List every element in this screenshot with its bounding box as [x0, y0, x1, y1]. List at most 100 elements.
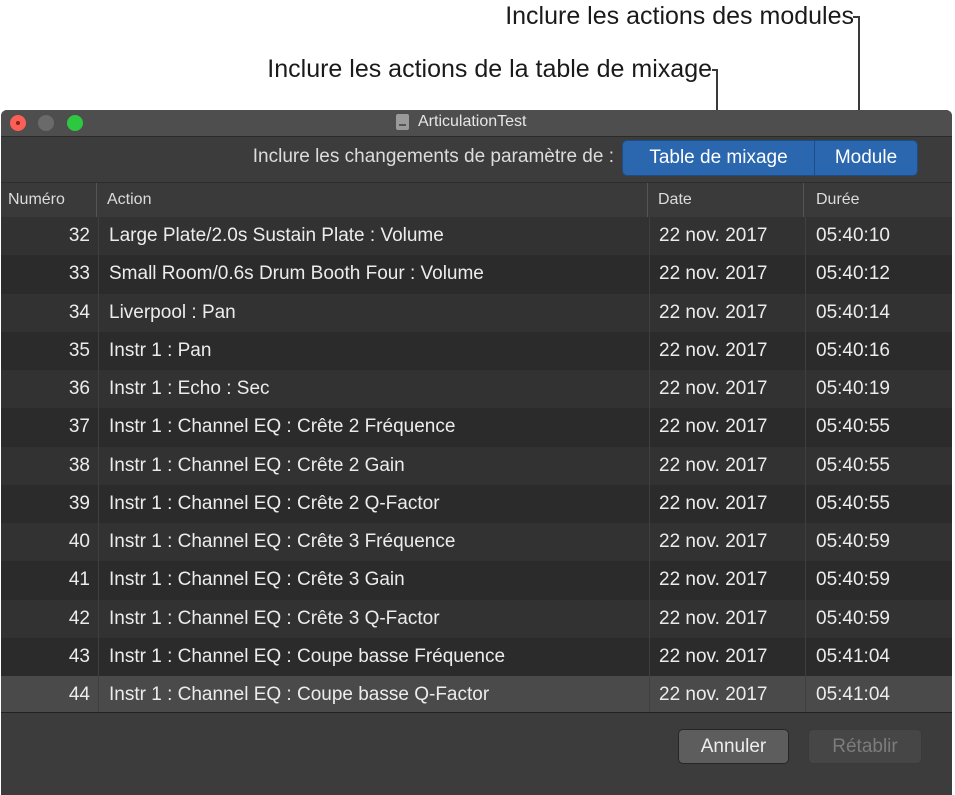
- row-action: Instr 1 : Channel EQ : Crête 2 Fréquence: [109, 416, 456, 438]
- callout-mixer-label: Inclure les actions de la table de mixag…: [267, 55, 712, 83]
- row-number: 42: [68, 607, 90, 629]
- footer-bar: Annuler Rétablir: [1, 712, 952, 795]
- row-date: 22 nov. 2017: [659, 263, 768, 285]
- column-separator: [805, 331, 806, 370]
- minimize-window-button[interactable]: [38, 115, 54, 131]
- row-date: 22 nov. 2017: [659, 416, 768, 438]
- table-row[interactable]: 37 Instr 1 : Channel EQ : Crête 2 Fréquen…: [1, 408, 952, 447]
- column-separator: [805, 523, 806, 562]
- redo-button[interactable]: Rétablir: [808, 729, 922, 764]
- row-duration: 05:40:10: [816, 225, 890, 247]
- row-action: Large Plate/2.0s Sustain Plate : Volume: [109, 225, 444, 247]
- row-duration: 05:40:12: [816, 263, 890, 285]
- row-date: 22 nov. 2017: [659, 645, 768, 667]
- row-date: 22 nov. 2017: [659, 569, 768, 591]
- table-row[interactable]: 33 Small Room/0.6s Drum Booth Four : Volu…: [1, 255, 952, 294]
- row-duration: 05:40:55: [816, 492, 890, 514]
- column-separator: [649, 637, 650, 676]
- zoom-window-button[interactable]: [67, 115, 83, 131]
- window-title-group: ArticulationTest: [396, 113, 527, 131]
- row-number: 32: [68, 225, 90, 247]
- table-row[interactable]: 41 Instr 1 : Channel EQ : Crête 3 Gain 22 …: [1, 561, 952, 600]
- table-row[interactable]: 38 Instr 1 : Channel EQ : Crête 2 Gain 22 …: [1, 446, 952, 485]
- column-separator: [98, 255, 99, 294]
- column-separator: [98, 446, 99, 485]
- row-action: Instr 1 : Channel EQ : Crête 3 Gain: [109, 569, 405, 591]
- column-header-date[interactable]: Date: [649, 183, 804, 217]
- column-separator: [649, 217, 650, 256]
- column-separator: [98, 370, 99, 409]
- row-date: 22 nov. 2017: [659, 607, 768, 629]
- column-separator: [98, 217, 99, 256]
- column-separator: [805, 446, 806, 485]
- row-action: Instr 1 : Pan: [109, 339, 212, 361]
- column-separator: [98, 408, 99, 447]
- row-action: Instr 1 : Channel EQ : Crête 3 Q-Factor: [109, 607, 440, 629]
- row-number: 36: [68, 378, 90, 400]
- row-duration: 05:40:59: [816, 569, 890, 591]
- row-action: Instr 1 : Channel EQ : Crête 3 Fréquence: [109, 531, 456, 553]
- column-separator: [649, 676, 650, 715]
- column-header-number[interactable]: Numéro: [1, 183, 97, 217]
- row-number: 40: [68, 531, 90, 553]
- column-separator: [805, 637, 806, 676]
- row-action: Instr 1 : Channel EQ : Coupe basse Fréqu…: [109, 645, 506, 667]
- row-date: 22 nov. 2017: [659, 301, 768, 323]
- column-header-action[interactable]: Action: [98, 183, 648, 217]
- row-action: Liverpool : Pan: [109, 301, 236, 323]
- column-separator: [805, 676, 806, 715]
- undo-history-window: ArticulationTest Inclure les changements…: [1, 110, 952, 795]
- table-row[interactable]: 32 Large Plate/2.0s Sustain Plate : Volum…: [1, 217, 952, 256]
- column-separator: [649, 484, 650, 523]
- column-separator: [649, 561, 650, 600]
- table-row[interactable]: 36 Instr 1 : Echo : Sec 22 nov. 2017 05:40:…: [1, 370, 952, 409]
- cancel-button[interactable]: Annuler: [678, 729, 789, 764]
- row-date: 22 nov. 2017: [659, 225, 768, 247]
- table-row[interactable]: 35 Instr 1 : Pan 22 nov. 2017 05:40:16: [1, 331, 952, 370]
- table-row[interactable]: 39 Instr 1 : Channel EQ : Crête 2 Q-Facto…: [1, 484, 952, 523]
- table-row[interactable]: 42 Instr 1 : Channel EQ : Crête 3 Q-Facto…: [1, 599, 952, 638]
- row-duration: 05:40:14: [816, 301, 890, 323]
- column-header-duration[interactable]: Durée: [805, 183, 952, 217]
- column-separator: [649, 446, 650, 485]
- row-date: 22 nov. 2017: [659, 684, 768, 706]
- table-row[interactable]: 43 Instr 1 : Channel EQ : Coupe basse Fré…: [1, 637, 952, 676]
- row-date: 22 nov. 2017: [659, 454, 768, 476]
- column-separator: [805, 293, 806, 332]
- row-number: 39: [68, 492, 90, 514]
- column-separator: [649, 331, 650, 370]
- row-action: Instr 1 : Channel EQ : Crête 2 Gain: [109, 454, 405, 476]
- title-bar: ArticulationTest: [1, 110, 952, 137]
- filter-module-toggle[interactable]: Module: [815, 141, 917, 175]
- column-separator: [649, 293, 650, 332]
- column-separator: [98, 561, 99, 600]
- table-row[interactable]: 44 Instr 1 : Channel EQ : Coupe basse Q-F…: [1, 676, 952, 715]
- row-action: Instr 1 : Channel EQ : Coupe basse Q-Fac…: [109, 684, 490, 706]
- column-separator: [98, 676, 99, 715]
- row-number: 37: [68, 416, 90, 438]
- table-row[interactable]: 34 Liverpool : Pan 22 nov. 2017 05:40:14: [1, 293, 952, 332]
- column-separator: [805, 561, 806, 600]
- row-number: 44: [68, 684, 90, 706]
- column-separator: [98, 293, 99, 332]
- row-duration: 05:40:55: [816, 454, 890, 476]
- column-separator: [649, 408, 650, 447]
- filter-mixer-toggle[interactable]: Table de mixage: [623, 141, 815, 175]
- history-table-body: 32 Large Plate/2.0s Sustain Plate : Volum…: [1, 217, 952, 715]
- filter-segmented-control: Table de mixage Module: [622, 140, 918, 176]
- column-separator: [805, 255, 806, 294]
- row-number: 41: [68, 569, 90, 591]
- row-action: Small Room/0.6s Drum Booth Four : Volume: [109, 263, 484, 285]
- column-separator: [98, 523, 99, 562]
- close-window-button[interactable]: [10, 115, 26, 131]
- table-row[interactable]: 40 Instr 1 : Channel EQ : Crête 3 Fréquen…: [1, 523, 952, 562]
- row-date: 22 nov. 2017: [659, 531, 768, 553]
- row-duration: 05:41:04: [816, 645, 890, 667]
- column-separator: [649, 255, 650, 294]
- row-number: 34: [68, 301, 90, 323]
- column-separator: [98, 599, 99, 638]
- column-separator: [805, 370, 806, 409]
- row-duration: 05:40:19: [816, 378, 890, 400]
- column-separator: [98, 637, 99, 676]
- column-separator: [649, 523, 650, 562]
